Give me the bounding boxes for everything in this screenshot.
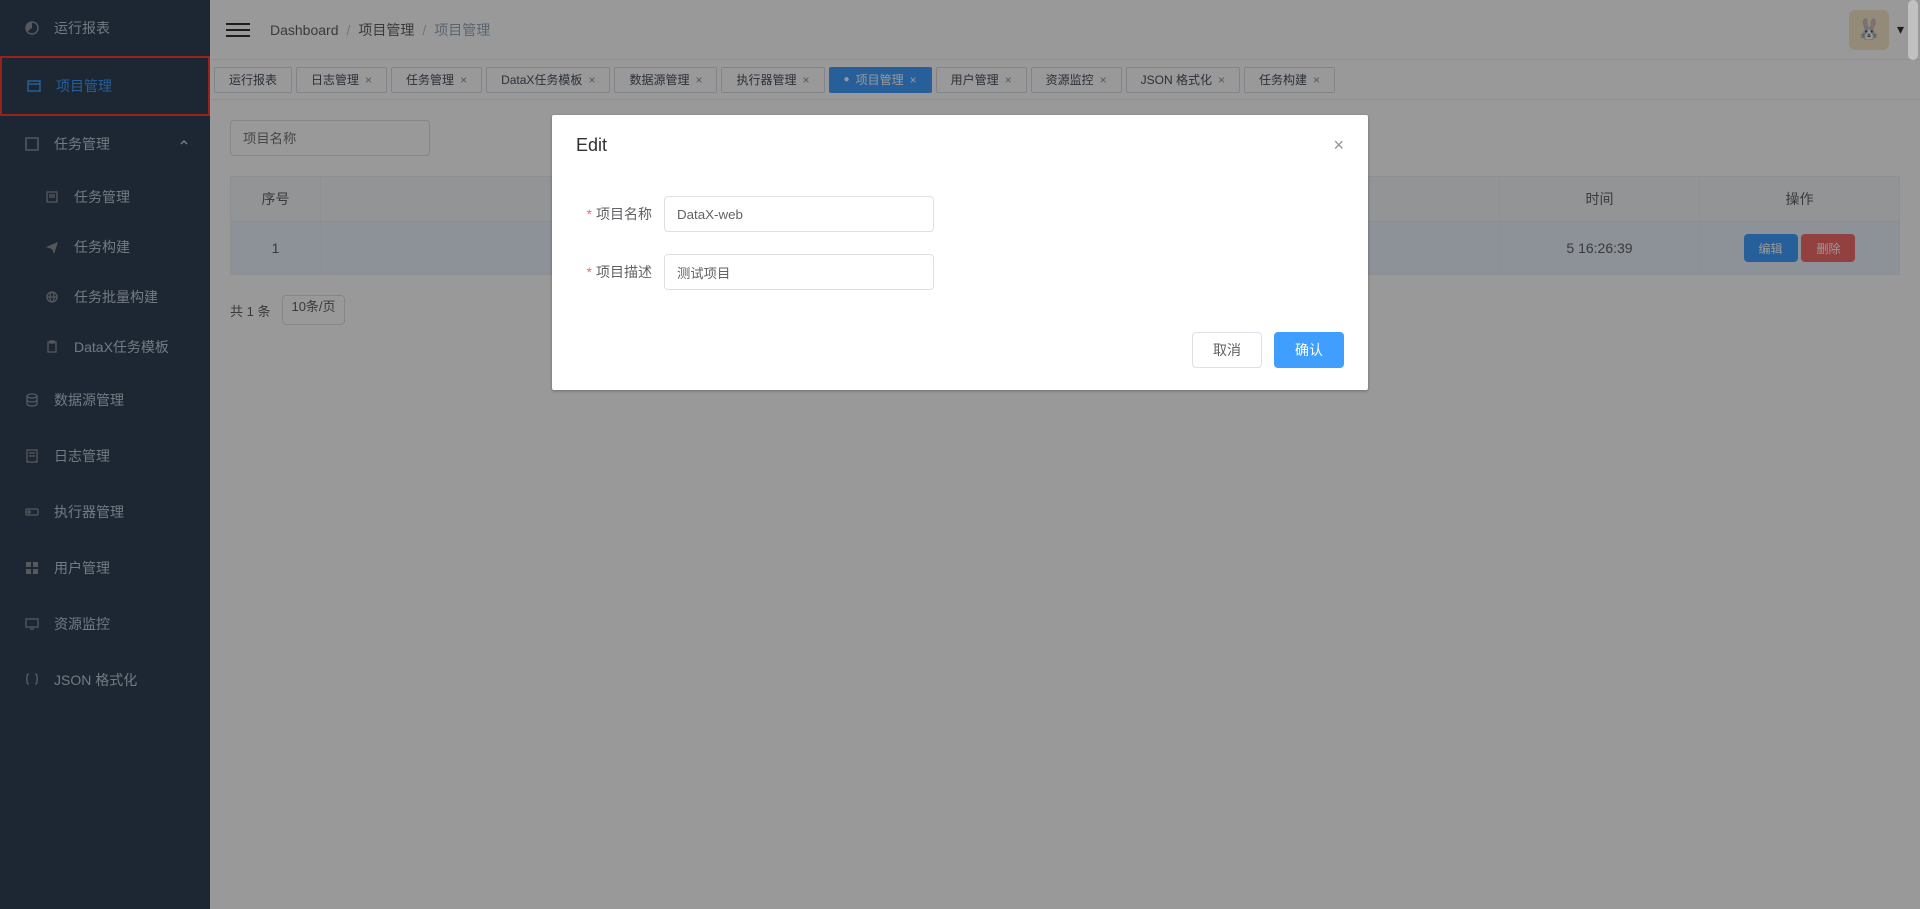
scrollbar-thumb[interactable]: [1908, 0, 1918, 60]
form-row-desc: *项目描述: [576, 254, 1344, 290]
desc-label: *项目描述: [576, 262, 664, 282]
name-label: *项目名称: [576, 204, 664, 224]
close-icon[interactable]: ×: [1333, 135, 1344, 156]
edit-dialog: Edit × *项目名称 *项目描述 取消 确认: [552, 115, 1368, 390]
project-name-input[interactable]: [664, 196, 934, 232]
confirm-button[interactable]: 确认: [1274, 332, 1344, 368]
label-text: 项目描述: [596, 264, 652, 280]
dialog-title: Edit: [576, 135, 607, 156]
modal-mask[interactable]: Edit × *项目名称 *项目描述 取消 确认: [0, 0, 1920, 909]
dialog-body: *项目名称 *项目描述: [552, 166, 1368, 322]
dialog-header: Edit ×: [552, 115, 1368, 166]
form-row-name: *项目名称: [576, 196, 1344, 232]
cancel-button[interactable]: 取消: [1192, 332, 1262, 368]
project-desc-input[interactable]: [664, 254, 934, 290]
label-text: 项目名称: [596, 206, 652, 222]
dialog-footer: 取消 确认: [552, 322, 1368, 390]
